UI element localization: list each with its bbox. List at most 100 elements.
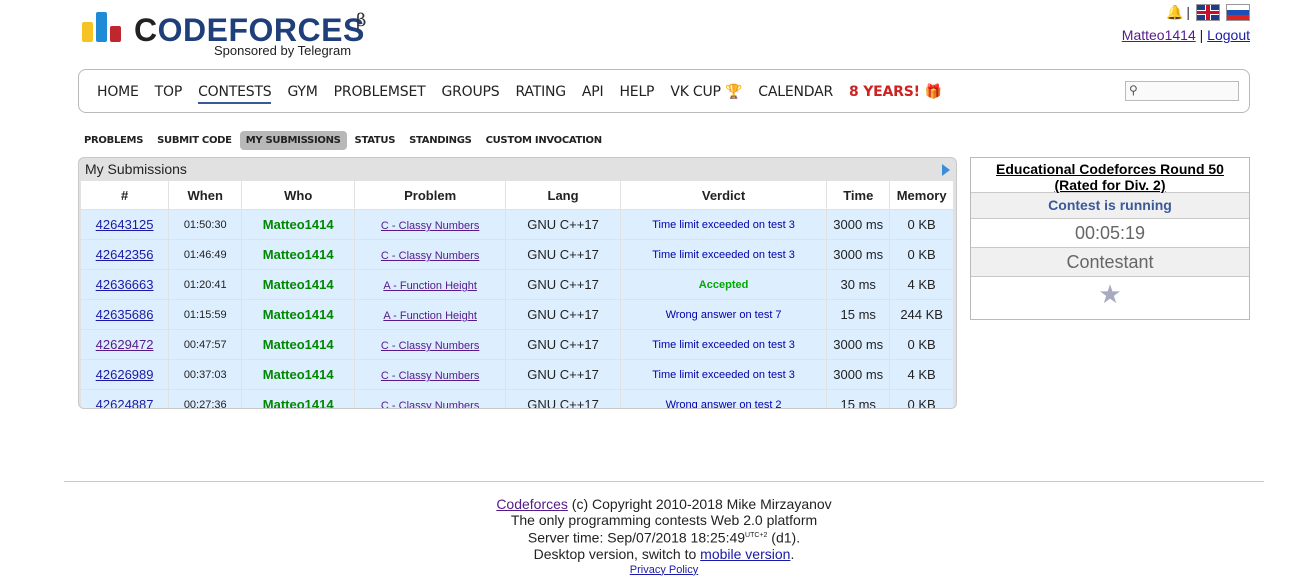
footer-codeforces-link[interactable]: Codeforces — [496, 496, 568, 512]
submission-when: 01:20:41 — [168, 269, 243, 300]
arrow-right-icon[interactable] — [942, 164, 950, 176]
menu-top[interactable]: TOP — [155, 84, 183, 104]
tab-submit-code[interactable]: SUBMIT CODE — [151, 131, 238, 150]
submission-problem-link[interactable]: A - Function Height — [383, 310, 477, 322]
submission-memory: 244 KB — [889, 299, 954, 330]
submission-id-link[interactable]: 42629472 — [96, 337, 154, 352]
submission-problem-link[interactable]: C - Classy Numbers — [381, 370, 479, 382]
menu-vk-cup[interactable]: VK CUP 🏆 — [670, 84, 742, 104]
submission-time: 3000 ms — [826, 239, 891, 270]
column-header-verdict: Verdict — [620, 181, 828, 210]
table-row: 42636663 01:20:41 Matteo1414 A - Functio… — [81, 269, 954, 300]
submission-memory: 4 KB — [889, 269, 954, 300]
codeforces-logo[interactable]: CODEFORCES β Sponsored by Telegram — [82, 10, 382, 60]
submission-id-link[interactable]: 42636663 — [96, 277, 154, 292]
contest-subtabs: PROBLEMS SUBMIT CODE MY SUBMISSIONS STAT… — [78, 131, 610, 150]
submission-time: 15 ms — [826, 299, 891, 330]
contest-status: Contest is running — [971, 192, 1249, 218]
table-row: 42624887 00:27:36 Matteo1414 C - Classy … — [81, 389, 954, 408]
submission-who[interactable]: Matteo1414 — [241, 299, 356, 330]
column-header-who: Who — [241, 181, 356, 210]
ru-flag-icon[interactable] — [1226, 3, 1250, 21]
contest-name-link[interactable]: Educational Codeforces Round 50 (Rated f… — [996, 161, 1224, 193]
submission-lang: GNU C++17 — [505, 299, 621, 330]
submission-who[interactable]: Matteo1414 — [241, 209, 356, 240]
submission-id-link[interactable]: 42626989 — [96, 367, 154, 382]
column-header-when: When — [168, 181, 243, 210]
trophy-icon: 🏆 — [725, 84, 743, 100]
submission-problem-link[interactable]: C - Classy Numbers — [381, 220, 479, 232]
footer-utc: UTC+2 — [745, 532, 768, 539]
submissions-table: # When Who Problem Lang Verdict Time Mem… — [81, 181, 954, 408]
menu-vk-cup-label: VK CUP — [670, 84, 721, 100]
tab-my-submissions[interactable]: MY SUBMISSIONS — [239, 131, 347, 150]
main-menu: HOME TOP CONTESTS GYM PROBLEMSET GROUPS … — [78, 69, 1250, 113]
footer-copyright: (c) Copyright 2010-2018 Mike Mirzayanov — [567, 496, 832, 512]
submission-problem-link[interactable]: A - Function Height — [383, 280, 477, 292]
gift-icon: 🎁 — [924, 84, 942, 100]
menu-rating[interactable]: RATING — [515, 84, 566, 104]
contest-timer: 00:05:19 — [971, 218, 1249, 247]
submission-time: 30 ms — [826, 269, 891, 300]
submission-who[interactable]: Matteo1414 — [241, 389, 356, 408]
star-icon[interactable]: ★ — [971, 276, 1249, 312]
tab-custom-invocation[interactable]: CUSTOM INVOCATION — [480, 131, 608, 150]
menu-gym[interactable]: GYM — [287, 84, 317, 104]
table-row: 42642356 01:46:49 Matteo1414 C - Classy … — [81, 239, 954, 270]
menu-problemset[interactable]: PROBLEMSET — [334, 84, 426, 104]
submission-lang: GNU C++17 — [505, 239, 621, 270]
submission-id-link[interactable]: 42624887 — [96, 397, 154, 408]
menu-help[interactable]: HELP — [619, 84, 654, 104]
menu-8-years[interactable]: 8 YEARS! 🎁 — [849, 84, 942, 104]
user-divider: | — [1199, 27, 1204, 43]
username-link[interactable]: Matteo1414 — [1122, 27, 1196, 43]
submission-who[interactable]: Matteo1414 — [241, 359, 356, 390]
footer-divider — [64, 481, 1264, 482]
menu-home[interactable]: HOME — [97, 84, 139, 104]
submission-problem-link[interactable]: C - Classy Numbers — [381, 400, 479, 408]
menu-api[interactable]: API — [582, 84, 604, 104]
privacy-policy-link[interactable]: Privacy Policy — [630, 564, 698, 576]
submission-when: 00:27:36 — [168, 389, 243, 408]
sponsor-text: Sponsored by Telegram — [214, 43, 352, 58]
submission-when: 01:15:59 — [168, 299, 243, 330]
menu-groups[interactable]: GROUPS — [441, 84, 499, 104]
submission-when: 00:37:03 — [168, 359, 243, 390]
uk-flag-icon[interactable] — [1196, 3, 1220, 21]
submission-time: 3000 ms — [826, 209, 891, 240]
table-row: 42643125 01:50:30 Matteo1414 C - Classy … — [81, 209, 954, 240]
table-row: 42626989 00:37:03 Matteo1414 C - Classy … — [81, 359, 954, 390]
menu-calendar[interactable]: CALENDAR — [758, 84, 833, 104]
menu-contests[interactable]: CONTESTS — [198, 84, 272, 104]
column-header-id: # — [81, 181, 170, 210]
column-header-lang: Lang — [505, 181, 621, 210]
submission-verdict: Wrong answer on test 2 — [620, 389, 828, 408]
footer-tagline: The only programming contests Web 2.0 pl… — [510, 512, 818, 528]
submission-id-link[interactable]: 42643125 — [96, 217, 154, 232]
search-input[interactable]: ⚲ — [1125, 81, 1239, 101]
submission-id-link[interactable]: 42635686 — [96, 307, 154, 322]
footer: Codeforces (c) Copyright 2010-2018 Mike … — [0, 496, 1308, 578]
submission-memory: 4 KB — [889, 359, 954, 390]
submission-problem-link[interactable]: C - Classy Numbers — [381, 340, 479, 352]
logout-link[interactable]: Logout — [1207, 27, 1250, 43]
submission-who[interactable]: Matteo1414 — [241, 329, 356, 360]
table-row: 42635686 01:15:59 Matteo1414 A - Functio… — [81, 299, 954, 330]
submission-who[interactable]: Matteo1414 — [241, 269, 356, 300]
bell-icon[interactable]: 🔔 — [1166, 5, 1183, 19]
menu-8-years-label: 8 YEARS! — [849, 84, 920, 100]
submission-id-link[interactable]: 42642356 — [96, 247, 154, 262]
submission-who[interactable]: Matteo1414 — [241, 239, 356, 270]
beta-mark: β — [356, 10, 367, 31]
submission-verdict: Time limit exceeded on test 3 — [620, 209, 828, 240]
submissions-panel: My Submissions # When Who Problem Lang V… — [78, 157, 957, 409]
submission-memory: 0 KB — [889, 239, 954, 270]
contest-name[interactable]: Educational Codeforces Round 50 (Rated f… — [971, 158, 1249, 193]
mobile-version-link[interactable]: mobile version — [700, 546, 790, 562]
tab-status[interactable]: STATUS — [349, 131, 402, 150]
submission-memory: 0 KB — [889, 329, 954, 360]
tab-standings[interactable]: STANDINGS — [403, 131, 477, 150]
tab-problems[interactable]: PROBLEMS — [78, 131, 149, 150]
submission-memory: 0 KB — [889, 209, 954, 240]
submission-problem-link[interactable]: C - Classy Numbers — [381, 250, 479, 262]
